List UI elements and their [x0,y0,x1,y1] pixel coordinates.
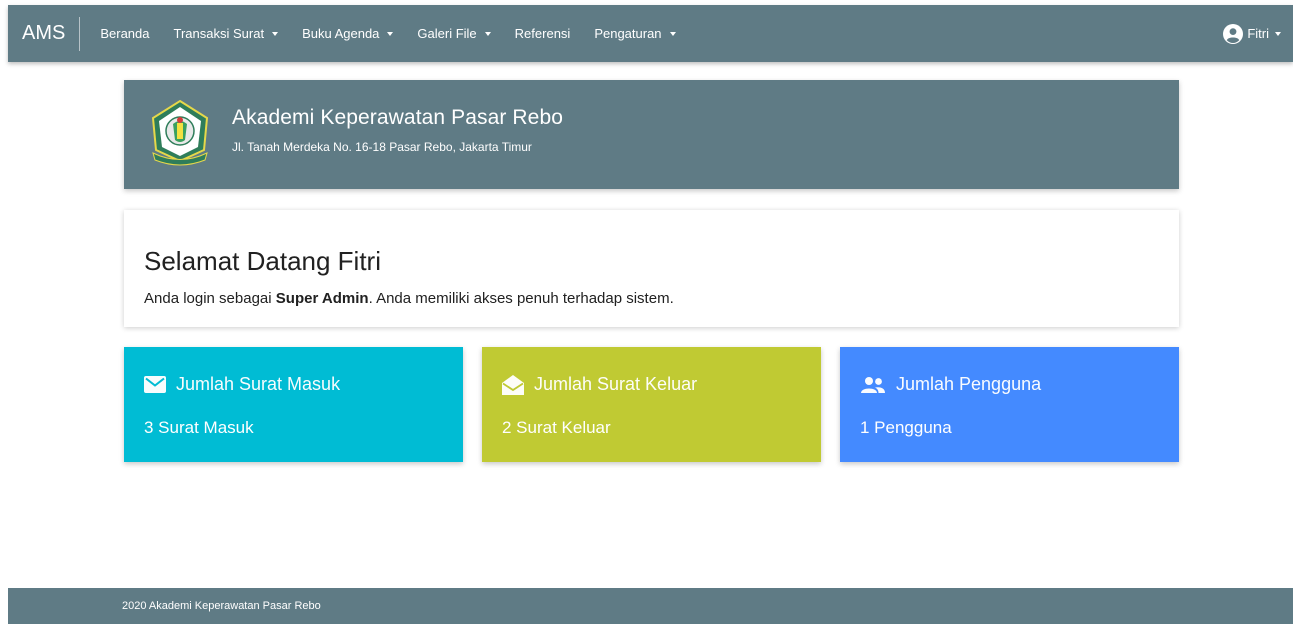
stat-card-value: 2 Surat Keluar [502,418,611,437]
stat-card-value: 1 Pengguna [860,418,952,437]
nav-item-transaksi-surat[interactable]: Transaksi Surat [162,5,291,62]
stat-card-title: Jumlah Surat Masuk [144,374,340,395]
user-name: Fitri [1247,26,1269,41]
institution-text: Akademi Keperawatan Pasar Rebo Jl. Tanah… [232,106,563,154]
users-icon [861,376,885,393]
page: AMS Beranda Transaksi Surat Buku Agenda … [0,0,1293,624]
nav-item-pengaturan[interactable]: Pengaturan [582,5,687,62]
stat-card-title: Jumlah Surat Keluar [502,374,697,395]
caret-down-icon [1275,31,1281,36]
stat-title-label: Jumlah Surat Keluar [534,374,698,394]
nav-item-buku-agenda[interactable]: Buku Agenda [290,5,405,62]
welcome-title: Selamat Datang Fitri [144,246,381,276]
nav-menu: Beranda Transaksi Surat Buku Agenda Gale… [80,5,687,62]
user-circle-icon [1223,23,1244,44]
nav-item-label: Transaksi Surat [173,26,265,41]
footer-text: 2020 Akademi Keperawatan Pasar Rebo [122,600,321,612]
institution-logo-icon [151,99,209,166]
nav-item-label: Referensi [514,26,571,41]
nav-item-beranda[interactable]: Beranda [88,5,161,62]
nav-item-label: Pengaturan [594,26,662,41]
institution-address: Jl. Tanah Merdeka No. 16-18 Pasar Rebo, … [232,140,532,154]
welcome-message: Anda login sebagai Super Admin. Anda mem… [144,290,674,307]
user-role: Super Admin [275,290,369,307]
welcome-card: Selamat Datang Fitri Anda login sebagai … [124,210,1179,327]
top-navbar: AMS Beranda Transaksi Surat Buku Agenda … [8,5,1293,62]
caret-down-icon [669,31,676,36]
envelope-open-icon [502,374,524,395]
brand-logo[interactable]: AMS [8,16,81,51]
welcome-text-suffix: . Anda memiliki akses penuh terhadap sis… [368,290,674,307]
nav-item-label: Beranda [100,26,150,41]
stat-card-surat-keluar[interactable]: Jumlah Surat Keluar 2 Surat Keluar [482,347,821,462]
stat-card-value: 3 Surat Masuk [144,418,254,437]
envelope-icon [144,376,166,393]
nav-item-label: Buku Agenda [302,26,380,41]
stat-card-title: Jumlah Pengguna [860,374,1041,395]
user-menu[interactable]: Fitri [1223,5,1281,62]
caret-down-icon [484,31,491,36]
institution-header: Akademi Keperawatan Pasar Rebo Jl. Tanah… [124,80,1179,189]
page-footer: 2020 Akademi Keperawatan Pasar Rebo [8,588,1293,624]
nav-item-label: Galeri File [417,26,477,41]
stat-card-surat-masuk[interactable]: Jumlah Surat Masuk 3 Surat Masuk [124,347,463,462]
nav-item-referensi[interactable]: Referensi [503,5,583,62]
stat-title-label: Jumlah Pengguna [896,374,1042,394]
stat-title-label: Jumlah Surat Masuk [176,374,341,394]
nav-item-galeri-file[interactable]: Galeri File [405,5,502,62]
caret-down-icon [387,31,394,36]
institution-name: Akademi Keperawatan Pasar Rebo [232,106,564,129]
caret-down-icon [272,31,279,36]
welcome-text-prefix: Anda login sebagai [144,290,276,307]
stat-card-pengguna[interactable]: Jumlah Pengguna 1 Pengguna [840,347,1179,462]
